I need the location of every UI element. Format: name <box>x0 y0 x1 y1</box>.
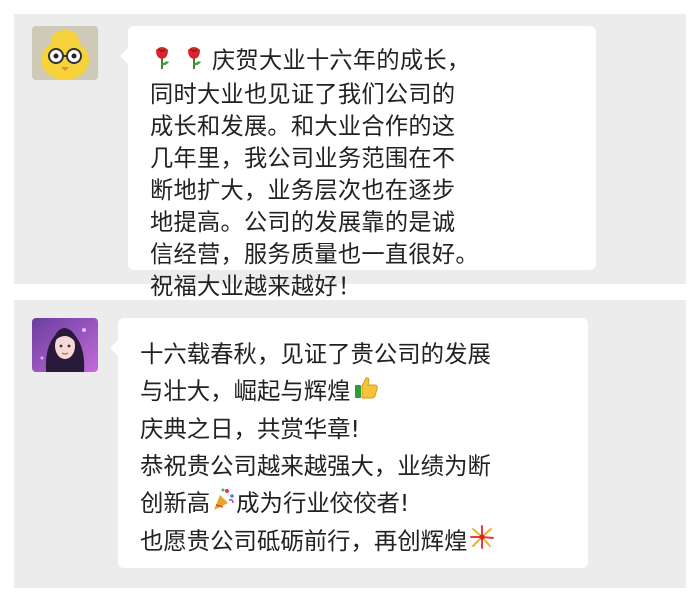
message-line: 与壮大，崛起与辉煌 <box>140 373 574 411</box>
fireworks-emoji <box>469 524 495 561</box>
message-line: 祝福大业越来越好！ <box>150 273 362 300</box>
message-line: 成长和发展。和大业合作的这 <box>150 113 456 140</box>
message-bubble-2: 十六载春秋，见证了贵公司的发展 与壮大，崛起与辉煌 庆典之日，共赏华章! 恭祝贵… <box>110 318 588 568</box>
message-line: 十六载春秋，见证了贵公司的发展 <box>140 340 491 368</box>
rose-emoji <box>150 44 174 79</box>
chat-message-panel-2: 十六载春秋，见证了贵公司的发展 与壮大，崛起与辉煌 庆典之日，共赏华章! 恭祝贵… <box>14 300 686 588</box>
girl-portrait-avatar[interactable] <box>32 318 98 372</box>
message-line: 庆典之日，共赏华章! <box>140 415 360 443</box>
message-line: 断地扩大，业务层次也在逐步 <box>150 177 456 204</box>
message-line: 同时大业也见证了我们公司的 <box>150 81 456 108</box>
message-line: 恭祝贵公司越来越强大，业绩为断 <box>140 452 491 480</box>
message-line: 地提高。公司的发展靠的是诚 <box>150 209 456 236</box>
party-popper-emoji <box>211 486 235 523</box>
message-line: 几年里，我公司业务范围在不 <box>150 145 456 172</box>
message-bubble-1: 庆贺大业十六年的成长， 同时大业也见证了我们公司的 成长和发展。和大业合作的这 … <box>120 26 596 300</box>
message-line: 信经营，服务质量也一直很好。 <box>150 241 479 268</box>
message-line: 创新高 成为行业佼佼者! <box>140 485 574 523</box>
rose-emoji <box>182 44 206 79</box>
chat-message-panel-1: 庆贺大业十六年的成长， 同时大业也见证了我们公司的 成长和发展。和大业合作的这 … <box>14 14 686 300</box>
message-line: 也愿贵公司砥砺前行，再创辉煌 <box>140 523 574 561</box>
message-line: 庆贺大业十六年的成长， <box>150 44 580 79</box>
yellow-chick-avatar[interactable] <box>32 26 98 80</box>
thumbs-up-emoji <box>353 374 379 411</box>
